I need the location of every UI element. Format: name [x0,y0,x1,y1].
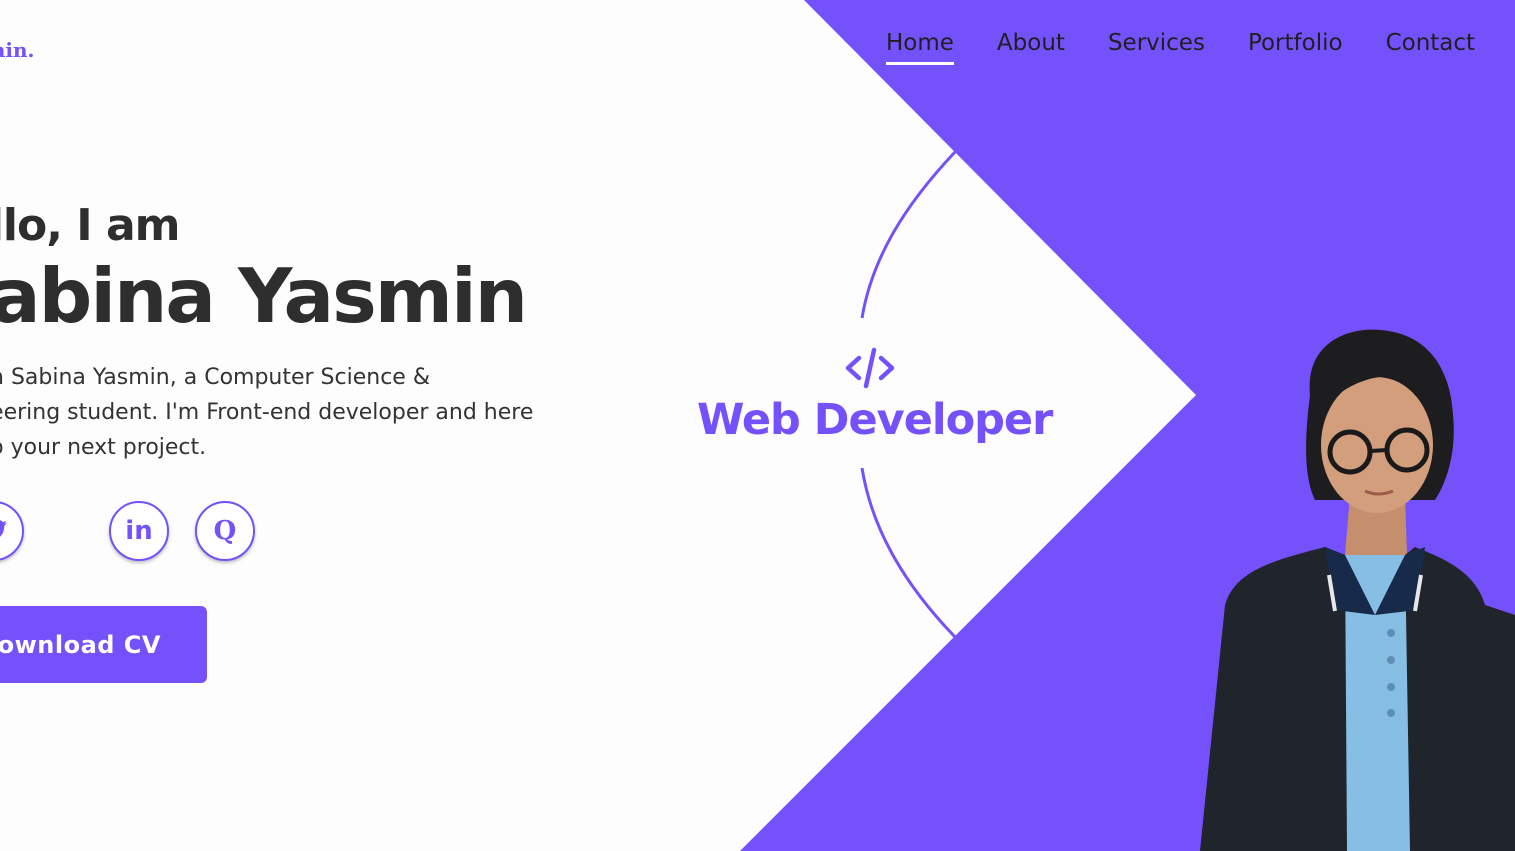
quora-button[interactable]: Q [195,501,255,561]
logo[interactable]: asmin. [0,38,34,62]
nav-home[interactable]: Home [886,30,954,65]
quora-icon: Q [213,516,237,546]
nav-contact[interactable]: Contact [1386,30,1475,65]
main-nav: Home About Services Portfolio Contact [886,30,1515,65]
hero-intro: I'm Sabina Yasmin, a Computer Science & … [0,360,610,465]
role-title: Web Developer [697,395,1053,445]
nav-services[interactable]: Services [1108,30,1205,65]
code-icon [845,347,895,389]
hero-greeting: ello, I am [0,200,180,251]
hero-name: Sabina Yasmin [0,252,528,340]
download-cv-button[interactable]: Download CV [0,606,207,683]
profile-photo [1200,329,1515,851]
nav-about[interactable]: About [997,30,1065,65]
intro-line: elp your next project. [0,435,207,460]
intro-line: ineering student. I'm Front-end develope… [0,400,534,425]
nav-portfolio[interactable]: Portfolio [1248,30,1343,65]
linkedin-icon: in [125,516,153,546]
intro-line: I'm Sabina Yasmin, a Computer Science & [0,365,430,390]
twitter-icon [0,520,7,537]
linkedin-button[interactable]: in [109,501,169,561]
